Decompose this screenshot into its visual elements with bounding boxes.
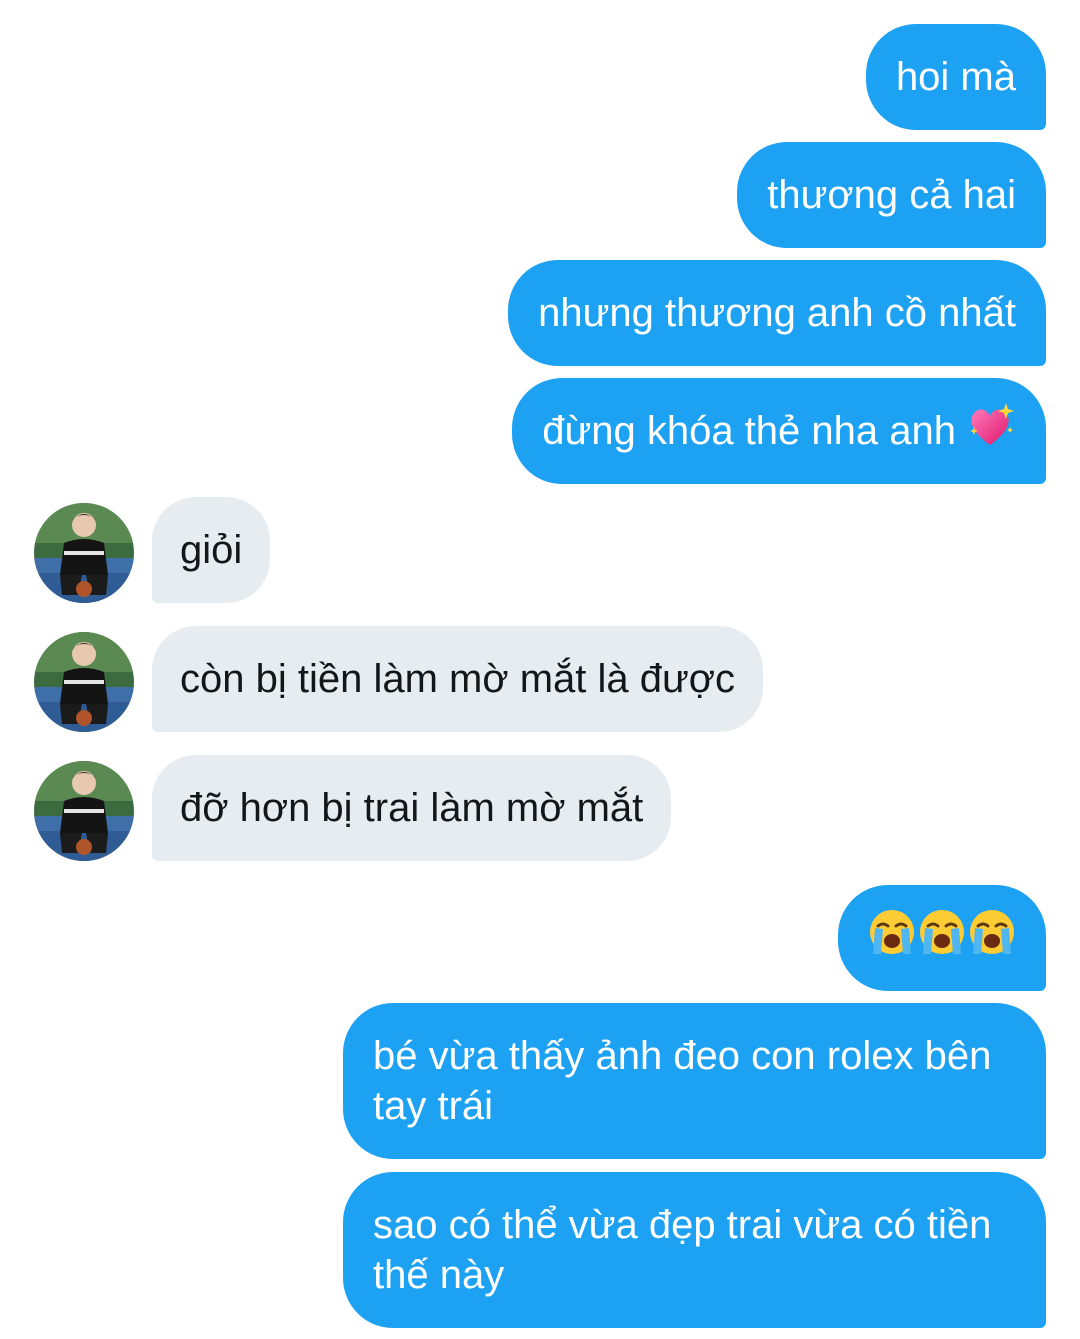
message-text: đỡ hơn bị trai làm mờ mắt — [180, 786, 644, 830]
conversation-thread: hoi mà thương cả hai nhưng thương anh cồ… — [0, 0, 1080, 1339]
sparkling-heart-icon — [966, 401, 1016, 461]
message-text: bé vừa thấy ảnh đeo con rolex bên tay tr… — [373, 1034, 992, 1128]
outgoing-message[interactable] — [838, 885, 1046, 991]
message-text: nhưng thương anh cồ nhất — [538, 291, 1016, 335]
message-text: thương cả hai — [767, 173, 1016, 217]
avatar[interactable] — [34, 503, 134, 603]
outgoing-message[interactable]: bé vừa thấy ảnh đeo con rolex bên tay tr… — [343, 1003, 1046, 1159]
loudly-crying-face-icon — [968, 908, 1016, 968]
incoming-message[interactable]: đỡ hơn bị trai làm mờ mắt — [152, 755, 672, 861]
loudly-crying-face-icon — [868, 908, 916, 968]
message-text: sao có thể vừa đẹp trai vừa có tiền thế … — [373, 1203, 992, 1297]
outgoing-message[interactable]: đừng khóa thẻ nha anh — [512, 378, 1046, 484]
emoji-row — [868, 908, 1016, 968]
outgoing-message[interactable]: hoi mà — [865, 24, 1046, 130]
message-text: giỏi — [180, 528, 243, 572]
outgoing-message[interactable]: sao có thể vừa đẹp trai vừa có tiền thế … — [343, 1172, 1046, 1328]
avatar[interactable] — [34, 761, 134, 861]
outgoing-message[interactable]: nhưng thương anh cồ nhất — [508, 260, 1046, 366]
message-text: đừng khóa thẻ nha anh — [542, 409, 956, 453]
incoming-message[interactable]: giỏi — [152, 497, 271, 603]
outgoing-message[interactable]: thương cả hai — [737, 142, 1046, 248]
loudly-crying-face-icon — [918, 908, 966, 968]
message-text: còn bị tiền làm mờ mắt là được — [180, 657, 735, 701]
message-text: hoi mà — [895, 55, 1016, 99]
incoming-message[interactable]: còn bị tiền làm mờ mắt là được — [152, 626, 763, 732]
avatar[interactable] — [34, 632, 134, 732]
